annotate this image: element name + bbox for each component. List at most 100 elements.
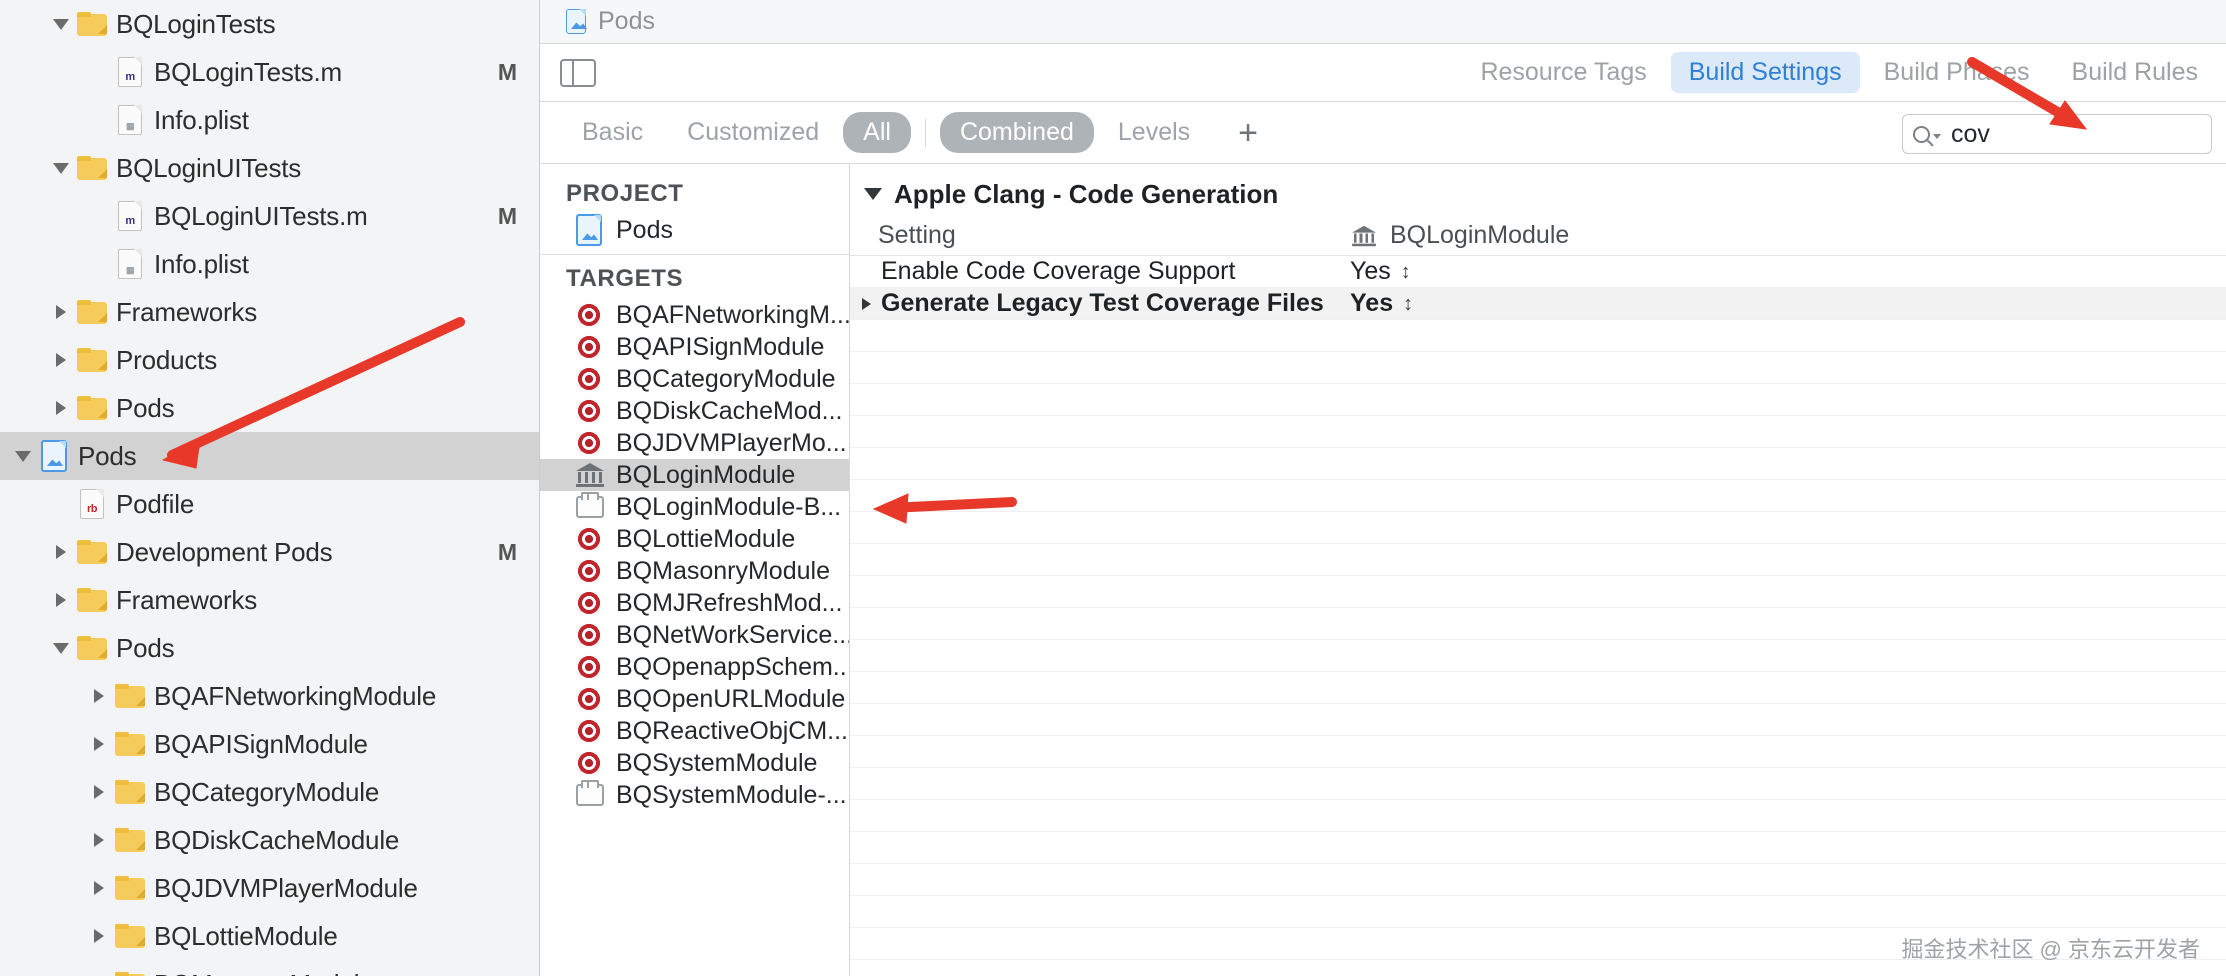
- build-settings-table[interactable]: Apple Clang - Code Generation Setting BQ…: [850, 164, 2226, 976]
- disclosure-triangle-icon[interactable]: [48, 288, 74, 336]
- navigator-row[interactable]: BQAPISignModule: [0, 720, 539, 768]
- target-row[interactable]: BQMasonryModule: [540, 555, 849, 587]
- navigator-row[interactable]: BQDiskCacheModule: [0, 816, 539, 864]
- navigator-row[interactable]: Pods: [0, 624, 539, 672]
- target-row[interactable]: BQJDVMPlayerMo...: [540, 427, 849, 459]
- segment-basic[interactable]: Basic: [562, 112, 663, 153]
- disclosure-triangle-icon[interactable]: [86, 912, 112, 960]
- target-row[interactable]: BQOpenURLModule: [540, 683, 849, 715]
- scope-segmented-control[interactable]: Basic Customized All: [562, 112, 911, 153]
- navigator-row[interactable]: Frameworks: [0, 576, 539, 624]
- targets-section-header: TARGETS: [566, 265, 684, 292]
- target-row[interactable]: BQAPISignModule: [540, 331, 849, 363]
- navigator-row[interactable]: rb Podfile: [0, 480, 539, 528]
- setting-name-cell: Generate Legacy Test Coverage Files: [850, 289, 1350, 318]
- navigator-row[interactable]: BQLoginUITests: [0, 144, 539, 192]
- navigator-row[interactable]: Products: [0, 336, 539, 384]
- empty-table-row: [850, 800, 2226, 832]
- disclosure-triangle-icon[interactable]: [86, 768, 112, 816]
- segment-combined[interactable]: Combined: [939, 112, 1094, 153]
- jump-bar[interactable]: Pods: [540, 0, 2226, 44]
- disclosure-triangle-icon[interactable]: [864, 188, 882, 200]
- navigator-row[interactable]: BQLoginTests: [0, 0, 539, 48]
- navigator-row[interactable]: BQAFNetworkingModule: [0, 672, 539, 720]
- navigator-row[interactable]: BQLottieModule: [0, 912, 539, 960]
- target-row[interactable]: BQReactiveObjCM...: [540, 715, 849, 747]
- target-row[interactable]: BQLoginModule: [540, 459, 849, 491]
- disclosure-triangle-icon[interactable]: [48, 384, 74, 432]
- settings-table-header: Setting BQLoginModule: [850, 216, 2226, 256]
- value-stepper-icon[interactable]: ↕: [1403, 294, 1413, 314]
- build-settings-search-field[interactable]: cov: [1902, 114, 2212, 154]
- target-row[interactable]: BQOpenappSchem...: [540, 651, 849, 683]
- navigator-row-label: BQJDVMPlayerModule: [154, 872, 418, 903]
- target-icon: [576, 398, 602, 424]
- row-disclosure-icon[interactable]: [862, 297, 871, 310]
- target-row[interactable]: BQLottieModule: [540, 523, 849, 555]
- disclosure-triangle-icon[interactable]: [86, 816, 112, 864]
- navigator-row[interactable]: ▦ Info.plist: [0, 240, 539, 288]
- add-setting-button[interactable]: +: [1238, 116, 1258, 150]
- disclosure-triangle-icon[interactable]: [86, 672, 112, 720]
- target-row[interactable]: BQMJRefreshMod...: [540, 587, 849, 619]
- disclosure-triangle-icon[interactable]: [48, 576, 74, 624]
- navigator-row-label: BQLoginUITests: [116, 152, 302, 183]
- view-segmented-control[interactable]: Combined Levels: [939, 112, 1210, 153]
- chevron-down-icon[interactable]: [1933, 133, 1941, 139]
- tab-build-phases[interactable]: Build Phases: [1866, 52, 2048, 93]
- folder-icon: [77, 12, 107, 36]
- project-navigator[interactable]: BQLoginTests m BQLoginTests.m M ▦ Info.plist B…: [0, 0, 540, 976]
- segment-customized[interactable]: Customized: [667, 112, 839, 153]
- setting-name: Enable Code Coverage Support: [881, 257, 1236, 285]
- settings-section-header[interactable]: Apple Clang - Code Generation: [850, 172, 2226, 216]
- disclosure-triangle-icon[interactable]: [48, 0, 74, 48]
- disclosure-triangle-icon[interactable]: [48, 624, 74, 672]
- segment-all[interactable]: All: [843, 112, 911, 153]
- navigator-row[interactable]: BQJDVMPlayerModule: [0, 864, 539, 912]
- tab-build-settings[interactable]: Build Settings: [1670, 52, 1860, 93]
- target-row-icon: [576, 430, 610, 456]
- value-stepper-icon[interactable]: ↕: [1401, 262, 1411, 282]
- navigator-row[interactable]: Frameworks: [0, 288, 539, 336]
- target-row[interactable]: BQDiskCacheMod...: [540, 395, 849, 427]
- tab-build-rules[interactable]: Build Rules: [2054, 52, 2216, 93]
- target-row[interactable]: BQAFNetworkingM...: [540, 299, 849, 331]
- folder-icon: [115, 876, 145, 900]
- disclosure-triangle-icon[interactable]: [10, 432, 36, 480]
- target-row[interactable]: Pods: [540, 214, 849, 246]
- target-row[interactable]: BQSystemModule: [540, 747, 849, 779]
- disclosure-triangle-icon[interactable]: [48, 528, 74, 576]
- target-row-label: BQDiskCacheMod...: [616, 396, 843, 425]
- tab-list[interactable]: Resource Tags Build Settings Build Phases B…: [1462, 52, 2226, 93]
- target-row[interactable]: BQLoginModule-B...: [540, 491, 849, 523]
- disclosure-triangle-icon[interactable]: [48, 144, 74, 192]
- navigator-row[interactable]: BQCategoryModule: [0, 768, 539, 816]
- target-icon: [576, 558, 602, 584]
- sidebar-toggle-icon[interactable]: [560, 58, 596, 87]
- target-row[interactable]: BQCategoryModule: [540, 363, 849, 395]
- navigator-row[interactable]: m BQLoginUITests.m M: [0, 192, 539, 240]
- setting-value-cell[interactable]: Yes ↕: [1350, 257, 2226, 286]
- target-row[interactable]: BQSystemModule-...: [540, 779, 849, 811]
- navigator-row[interactable]: Pods: [0, 432, 539, 480]
- navigator-row[interactable]: Pods: [0, 384, 539, 432]
- setting-row[interactable]: Enable Code Coverage Support Yes ↕: [850, 256, 2226, 288]
- navigator-row-label: BQLoginTests.m: [154, 56, 342, 87]
- disclosure-triangle-icon[interactable]: [86, 960, 112, 976]
- setting-value-cell[interactable]: Yes ↕: [1350, 289, 2226, 318]
- tab-resource-tags[interactable]: Resource Tags: [1462, 52, 1664, 93]
- navigator-row[interactable]: m BQLoginTests.m M: [0, 48, 539, 96]
- setting-row[interactable]: Generate Legacy Test Coverage Files Yes ↕: [850, 288, 2226, 320]
- target-row[interactable]: BQNetWorkService...: [540, 619, 849, 651]
- disclosure-triangle-icon[interactable]: [86, 720, 112, 768]
- disclosure-triangle-icon[interactable]: [86, 864, 112, 912]
- column-header-target-label: BQLoginModule: [1390, 221, 1570, 249]
- project-editor-tabbar: Resource Tags Build Settings Build Phases B…: [540, 44, 2226, 102]
- disclosure-triangle-icon[interactable]: [48, 336, 74, 384]
- navigator-row[interactable]: ▦ Info.plist: [0, 96, 539, 144]
- segment-levels[interactable]: Levels: [1098, 112, 1210, 153]
- navigator-row-icon: [112, 684, 148, 708]
- project-targets-list[interactable]: PROJECT Pods TARGETS BQAFNetworkingM... B…: [540, 164, 850, 976]
- navigator-row[interactable]: Development Pods M: [0, 528, 539, 576]
- navigator-row[interactable]: BQMasonryModule: [0, 960, 539, 976]
